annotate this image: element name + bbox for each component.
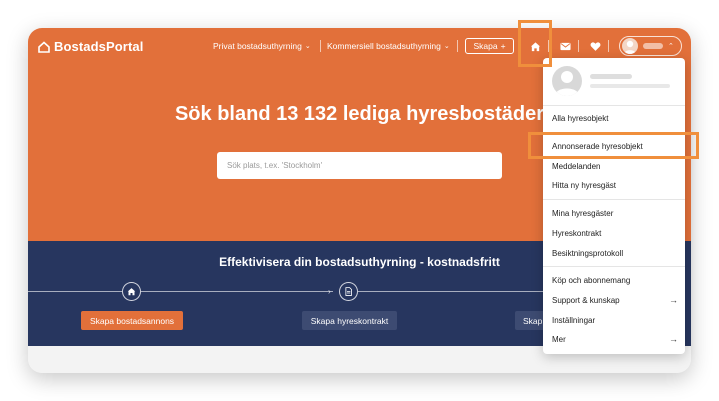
brand-name: BostadsPortal — [54, 39, 144, 54]
step-connector — [358, 291, 543, 292]
arrow-right-icon: → — [669, 334, 678, 344]
menu-item-label: Inställningar — [552, 315, 596, 325]
step-connector — [141, 291, 333, 292]
highlight-box-home-icon — [518, 20, 552, 67]
menu-item-label: Meddelanden — [552, 161, 601, 171]
nav-divider — [320, 40, 321, 52]
house-logo-icon — [38, 40, 50, 53]
menu-item-support-och-kunskap[interactable]: Support & kunskap → — [552, 293, 678, 307]
menu-item-label: Hyreskontrakt — [552, 228, 602, 238]
user-dropdown-menu: Alla hyresobjekt Annonserade hyresobjekt… — [543, 58, 685, 354]
brand-logo[interactable]: BostadsPortal — [38, 39, 143, 54]
skapa-label: Skapa — [473, 41, 498, 51]
menu-item-alla-hyresobjekt[interactable]: Alla hyresobjekt — [552, 111, 678, 125]
menu-item-label: Support & kunskap — [552, 295, 620, 305]
nav-kommersiell-dropdown[interactable]: Kommersiell bostadsuthyrning ⌄ — [327, 41, 450, 51]
create-contract-button[interactable]: Skapa hyreskontrakt — [302, 311, 397, 330]
step-icon-house — [122, 282, 141, 301]
menu-item-label: Hitta ny hyresgäst — [552, 180, 617, 190]
envelope-icon — [559, 42, 571, 50]
user-name-redacted — [590, 74, 632, 79]
nav-divider — [578, 40, 579, 52]
menu-divider — [543, 105, 685, 106]
skapa-button[interactable]: Skapa + — [465, 38, 514, 54]
user-profile-header[interactable] — [543, 58, 685, 104]
nav-privat-dropdown[interactable]: Privat bostadsuthyrning ⌄ — [213, 41, 311, 51]
user-name-redacted — [643, 43, 663, 49]
document-icon — [345, 287, 352, 296]
menu-item-label: Köp och abonnemang — [552, 275, 631, 285]
heart-icon — [590, 41, 600, 51]
menu-item-label: Alla hyresobjekt — [552, 113, 609, 123]
create-listing-button[interactable]: Skapa bostadsannons — [81, 311, 183, 330]
nav-privat-label: Privat bostadsuthyrning — [213, 41, 302, 51]
menu-item-mer[interactable]: Mer → — [552, 332, 678, 346]
nav-divider — [457, 40, 458, 52]
user-avatar-icon — [624, 40, 636, 54]
house-icon — [127, 288, 136, 296]
favorites-button[interactable] — [587, 38, 603, 54]
menu-item-hyreskontrakt[interactable]: Hyreskontrakt — [552, 226, 678, 240]
arrow-right-icon: → — [669, 295, 678, 305]
menu-divider — [543, 266, 685, 267]
chevron-down-icon: ⌄ — [304, 43, 311, 50]
user-email-redacted — [590, 84, 670, 88]
menu-item-installningar[interactable]: Inställningar — [552, 313, 678, 327]
nav-divider — [608, 40, 609, 52]
arrow-right-icon: › — [328, 287, 331, 296]
nav-kommersiell-label: Kommersiell bostadsuthyrning — [327, 41, 441, 51]
menu-item-besiktningsprotokoll[interactable]: Besiktningsprotokoll — [552, 246, 678, 260]
avatar — [622, 38, 638, 54]
step-icon-document — [339, 282, 358, 301]
menu-divider — [543, 199, 685, 200]
highlight-box-annonserade — [528, 132, 699, 159]
menu-item-label: Mer — [552, 334, 566, 344]
messages-button[interactable] — [557, 38, 573, 54]
menu-item-meddelanden[interactable]: Meddelanden — [552, 159, 678, 173]
chevron-up-icon: ⌃ — [668, 43, 674, 50]
search-input[interactable] — [217, 152, 502, 179]
menu-item-mina-hyresgaster[interactable]: Mina hyresgäster — [552, 206, 678, 220]
user-info-redacted — [590, 74, 670, 88]
chevron-down-icon: ⌄ — [443, 43, 450, 50]
menu-item-kop-och-abonnemang[interactable]: Köp och abonnemang — [552, 273, 678, 287]
user-avatar-icon — [555, 71, 579, 96]
menu-item-label: Mina hyresgäster — [552, 208, 614, 218]
avatar — [552, 66, 582, 96]
menu-item-label: Besiktningsprotokoll — [552, 248, 624, 258]
plus-icon: + — [500, 41, 506, 51]
user-menu-button[interactable]: ⌃ — [619, 36, 682, 56]
menu-item-hitta-ny-hyresgast[interactable]: Hitta ny hyresgäst — [552, 178, 678, 192]
step-connector — [28, 291, 122, 292]
